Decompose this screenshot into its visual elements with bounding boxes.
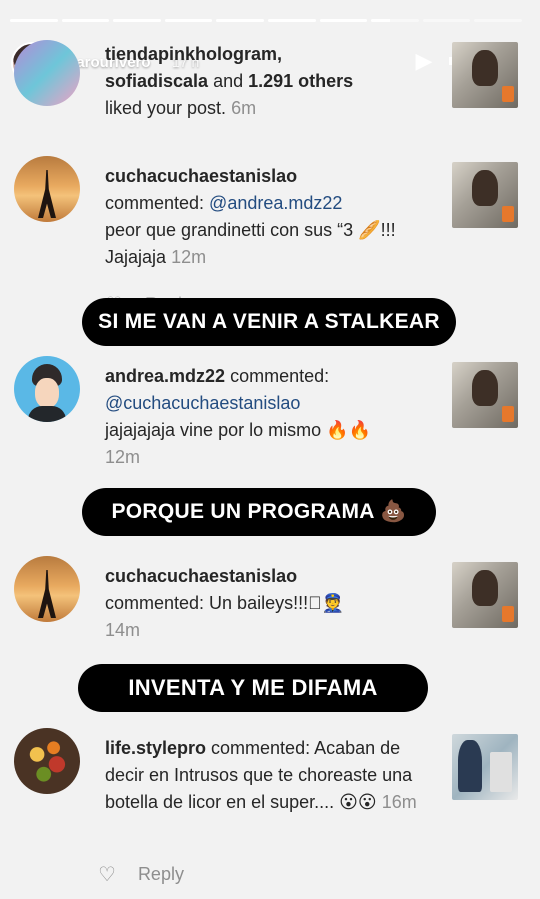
story-text-banner: PORQUE UN PROGRAMA 💩 xyxy=(82,488,436,536)
progress-segment xyxy=(61,19,110,22)
progress-segment xyxy=(10,19,58,22)
reply-button[interactable]: Reply xyxy=(138,864,184,885)
avatar xyxy=(14,728,80,794)
story-progress-bars xyxy=(10,19,522,22)
progress-segment xyxy=(474,19,522,22)
mention-link[interactable]: @andrea.mdz22 xyxy=(209,193,342,213)
post-thumbnail[interactable] xyxy=(452,162,518,228)
progress-segment xyxy=(267,19,316,22)
avatar xyxy=(14,156,80,222)
notification-text: cuchacuchaestanislao commented: @andrea.… xyxy=(105,166,396,267)
progress-segment xyxy=(216,19,264,22)
heart-icon[interactable]: ♡ xyxy=(98,862,116,887)
post-thumbnail[interactable] xyxy=(452,562,518,628)
reply-row: ♡ Reply xyxy=(98,862,298,886)
notification-text: tiendapinkhologram, sofiadiscala and 1.2… xyxy=(105,44,354,118)
story-text-banner: SI ME VAN A VENIR A STALKEAR xyxy=(82,298,456,346)
avatar xyxy=(14,556,80,622)
post-thumbnail[interactable] xyxy=(452,362,518,428)
avatar xyxy=(14,356,80,422)
notification-text: andrea.mdz22 commented: @cuchacuchaestan… xyxy=(105,366,371,467)
notification-text: cuchacuchaestanislao commented: Un baile… xyxy=(105,566,345,640)
progress-segment xyxy=(319,19,368,22)
mention-link[interactable]: @cuchacuchaestanislao xyxy=(105,393,300,413)
progress-segment xyxy=(164,19,213,22)
post-thumbnail[interactable] xyxy=(452,734,518,800)
progress-segment xyxy=(422,19,471,22)
avatar xyxy=(14,40,80,106)
progress-segment xyxy=(113,19,161,22)
progress-segment xyxy=(371,19,419,22)
story-text-banner: INVENTA Y ME DIFAMA xyxy=(78,664,428,712)
post-thumbnail[interactable] xyxy=(452,42,518,108)
notification-text: life.stylepro commented: Acaban de decir… xyxy=(105,738,417,812)
